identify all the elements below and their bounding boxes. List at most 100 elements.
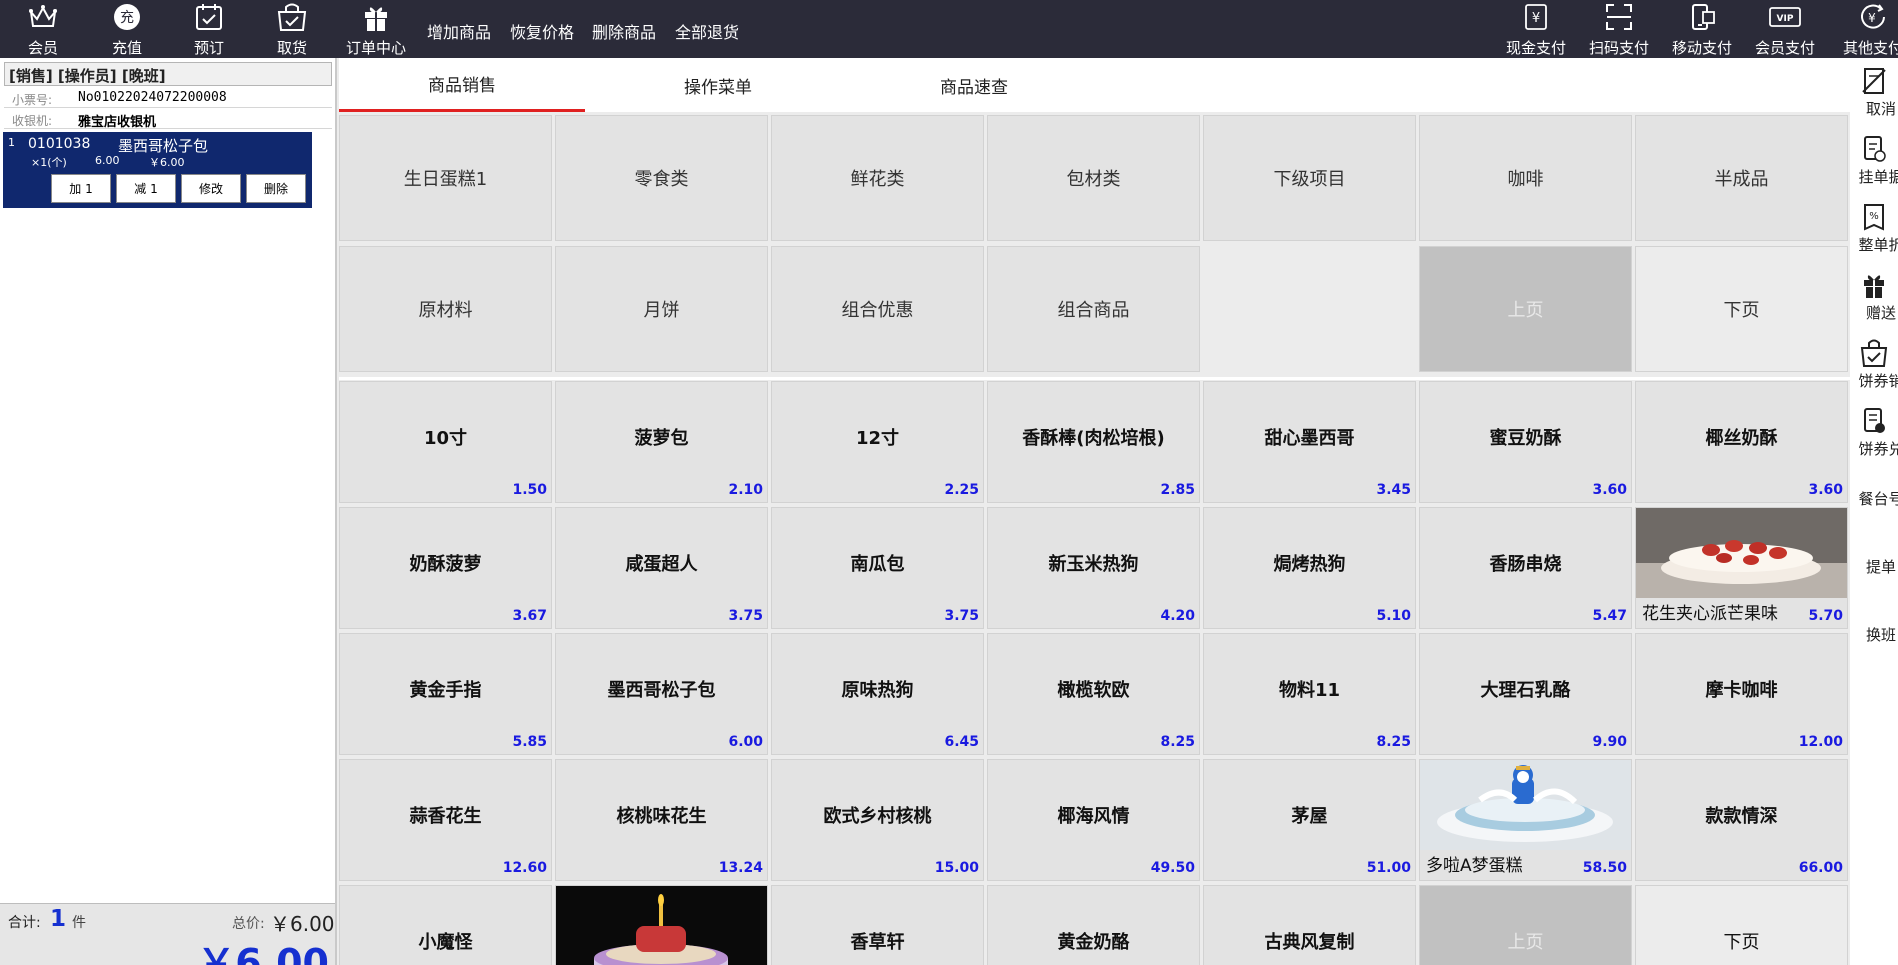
product-tile[interactable]: 大理石乳酪 9.90 [1419,633,1632,755]
order-center-label: 订单中心 [345,39,406,57]
coupon-sell-icon [1859,336,1889,370]
restore-price-button[interactable]: 恢复价格 [510,19,574,43]
decrease-button[interactable]: 减 1 [116,174,176,203]
category-button[interactable]: 半成品 [1635,115,1848,241]
category-button[interactable]: 月饼 [555,246,768,372]
product-name: 核桃味花生 [616,806,707,827]
tab-operation-menu[interactable]: 操作菜单 [595,58,841,112]
coupon-redeem-button[interactable]: 饼券兑 [1850,404,1898,466]
delete-product-button[interactable]: 删除商品 [592,19,656,43]
member-pay-label: 会员支付 [1754,39,1815,57]
product-name: 蜜豆奶酥 [1489,428,1562,449]
product-tile[interactable]: 香草轩 [771,885,984,965]
category-button[interactable]: 生日蛋糕1 [339,115,552,241]
coupon-sell-button[interactable]: 饼券销 [1850,336,1898,398]
product-tile[interactable]: 咸蛋超人 3.75 [555,507,768,629]
shift-change-button[interactable]: 换班 [1850,614,1898,654]
product-tile[interactable]: 墨西哥松子包 6.00 [555,633,768,755]
product-tile[interactable]: 小魔怪 [339,885,552,965]
product-tile[interactable]: 黄金手指 5.85 [339,633,552,755]
gift-button[interactable]: 赠送 [1850,268,1898,330]
product-tile[interactable]: 奶酥菠萝 3.67 [339,507,552,629]
category-next-page[interactable]: 下页 [1635,246,1848,372]
scan-pay-button[interactable]: 扫码支付 [1583,0,1655,58]
product-name: 菠萝包 [634,428,689,449]
product-tile[interactable]: 多啦A梦蛋糕 58.50 [1419,759,1632,881]
category-button[interactable]: 组合优惠 [771,246,984,372]
recharge-button[interactable]: 充 充值 [102,0,152,58]
product-tile[interactable]: 花生夹心派芒果味 5.70 [1635,507,1848,629]
category-button[interactable]: 咖啡 [1419,115,1632,241]
product-tile[interactable]: 茅屋 51.00 [1203,759,1416,881]
product-tile[interactable]: 古典风复制 [1203,885,1416,965]
product-name: 椰海风情 [1057,806,1130,827]
product-tile[interactable]: 蒜香花生 12.60 [339,759,552,881]
product-tile[interactable]: 椰丝奶酥 3.60 [1635,381,1848,503]
cancel-button[interactable]: 取消 [1850,64,1898,126]
pickup-button[interactable]: 取货 [267,0,317,58]
member-button[interactable]: 会员 [18,0,68,58]
cash-pay-button[interactable]: ¥ 现金支付 [1500,0,1572,58]
delete-line-button[interactable]: 删除 [246,174,306,203]
ticket-number: No01022024072200008 [78,90,227,105]
reserve-button[interactable]: 预订 [184,0,234,58]
table-number-button[interactable]: 餐台号 [1850,478,1898,518]
product-name: 茅屋 [1291,806,1328,827]
order-line-item[interactable]: 1 0101038 墨西哥松子包 ×1(个) 6.00 ￥6.00 加 1 减 … [3,132,312,208]
product-tile[interactable]: 核桃味花生 13.24 [555,759,768,881]
line-index: 1 [8,136,15,149]
total-label: 总价: [232,916,265,932]
increase-button[interactable]: 加 1 [51,174,111,203]
category-button[interactable]: 原材料 [339,246,552,372]
product-tile[interactable]: 欧式乡村核桃 15.00 [771,759,984,881]
product-tile[interactable]: 黄金奶酪 [987,885,1200,965]
product-tile[interactable]: 菠萝包 2.10 [555,381,768,503]
product-tile[interactable]: 南瓜包 3.75 [771,507,984,629]
product-tile[interactable]: 10寸 1.50 [339,381,552,503]
product-prev-page[interactable]: 上页 [1419,885,1632,965]
mobile-pay-button[interactable]: 移动支付 [1666,0,1738,58]
product-tile[interactable]: 椰海风情 49.50 [987,759,1200,881]
coupon-redeem-icon [1861,404,1887,438]
product-price: 3.75 [944,608,979,624]
category-prev-page[interactable]: 上页 [1419,246,1632,372]
tab-product-sales[interactable]: 商品销售 [339,58,585,112]
modify-button[interactable]: 修改 [181,174,241,203]
category-button[interactable]: 鲜花类 [771,115,984,241]
product-tile[interactable]: 物料11 8.25 [1203,633,1416,755]
product-tile[interactable]: 香酥棒(肉松培根) 2.85 [987,381,1200,503]
product-next-page[interactable]: 下页 [1635,885,1848,965]
category-button[interactable]: 组合商品 [987,246,1200,372]
product-tile[interactable]: 甜心墨西哥 3.45 [1203,381,1416,503]
product-tile[interactable]: 新玉米热狗 4.20 [987,507,1200,629]
product-price: 3.60 [1592,482,1627,498]
product-tile[interactable] [555,885,768,965]
category-button[interactable]: 零食类 [555,115,768,241]
ticket-row: 小票号: No01022024072200008 [4,88,332,108]
pickup-order-button[interactable]: 提单 [1850,546,1898,586]
main-tabs: 商品销售 操作菜单 商品速查 [339,58,1850,112]
add-product-button[interactable]: 增加商品 [427,19,491,43]
product-price: 3.75 [728,608,763,624]
other-pay-button[interactable]: ¥ 其他支付 [1837,0,1898,58]
product-price: 5.70 [1808,608,1843,624]
product-tile[interactable]: 蜜豆奶酥 3.60 [1419,381,1632,503]
product-tile[interactable]: 款款情深 66.00 [1635,759,1848,881]
product-tile[interactable]: 原味热狗 6.45 [771,633,984,755]
order-center-button[interactable]: 订单中心 [338,0,414,58]
tab-product-lookup[interactable]: 商品速查 [851,58,1097,112]
return-all-button[interactable]: 全部退货 [675,19,739,43]
product-tile[interactable]: 12寸 2.25 [771,381,984,503]
member-pay-button[interactable]: VIP 会员支付 [1749,0,1821,58]
whole-discount-button[interactable]: % 整单折 [1850,200,1898,262]
calendar-icon [189,0,229,33]
category-button[interactable]: 下级项目 [1203,115,1416,241]
product-tile[interactable]: 橄榄软欧 8.25 [987,633,1200,755]
product-tile[interactable]: 焗烤热狗 5.10 [1203,507,1416,629]
hold-order-button[interactable]: 挂单据 [1850,132,1898,194]
ticket-label: 小票号: [12,93,53,107]
product-price: 66.00 [1798,860,1843,876]
product-tile[interactable]: 摩卡咖啡 12.00 [1635,633,1848,755]
category-button[interactable]: 包材类 [987,115,1200,241]
product-tile[interactable]: 香肠串烧 5.47 [1419,507,1632,629]
